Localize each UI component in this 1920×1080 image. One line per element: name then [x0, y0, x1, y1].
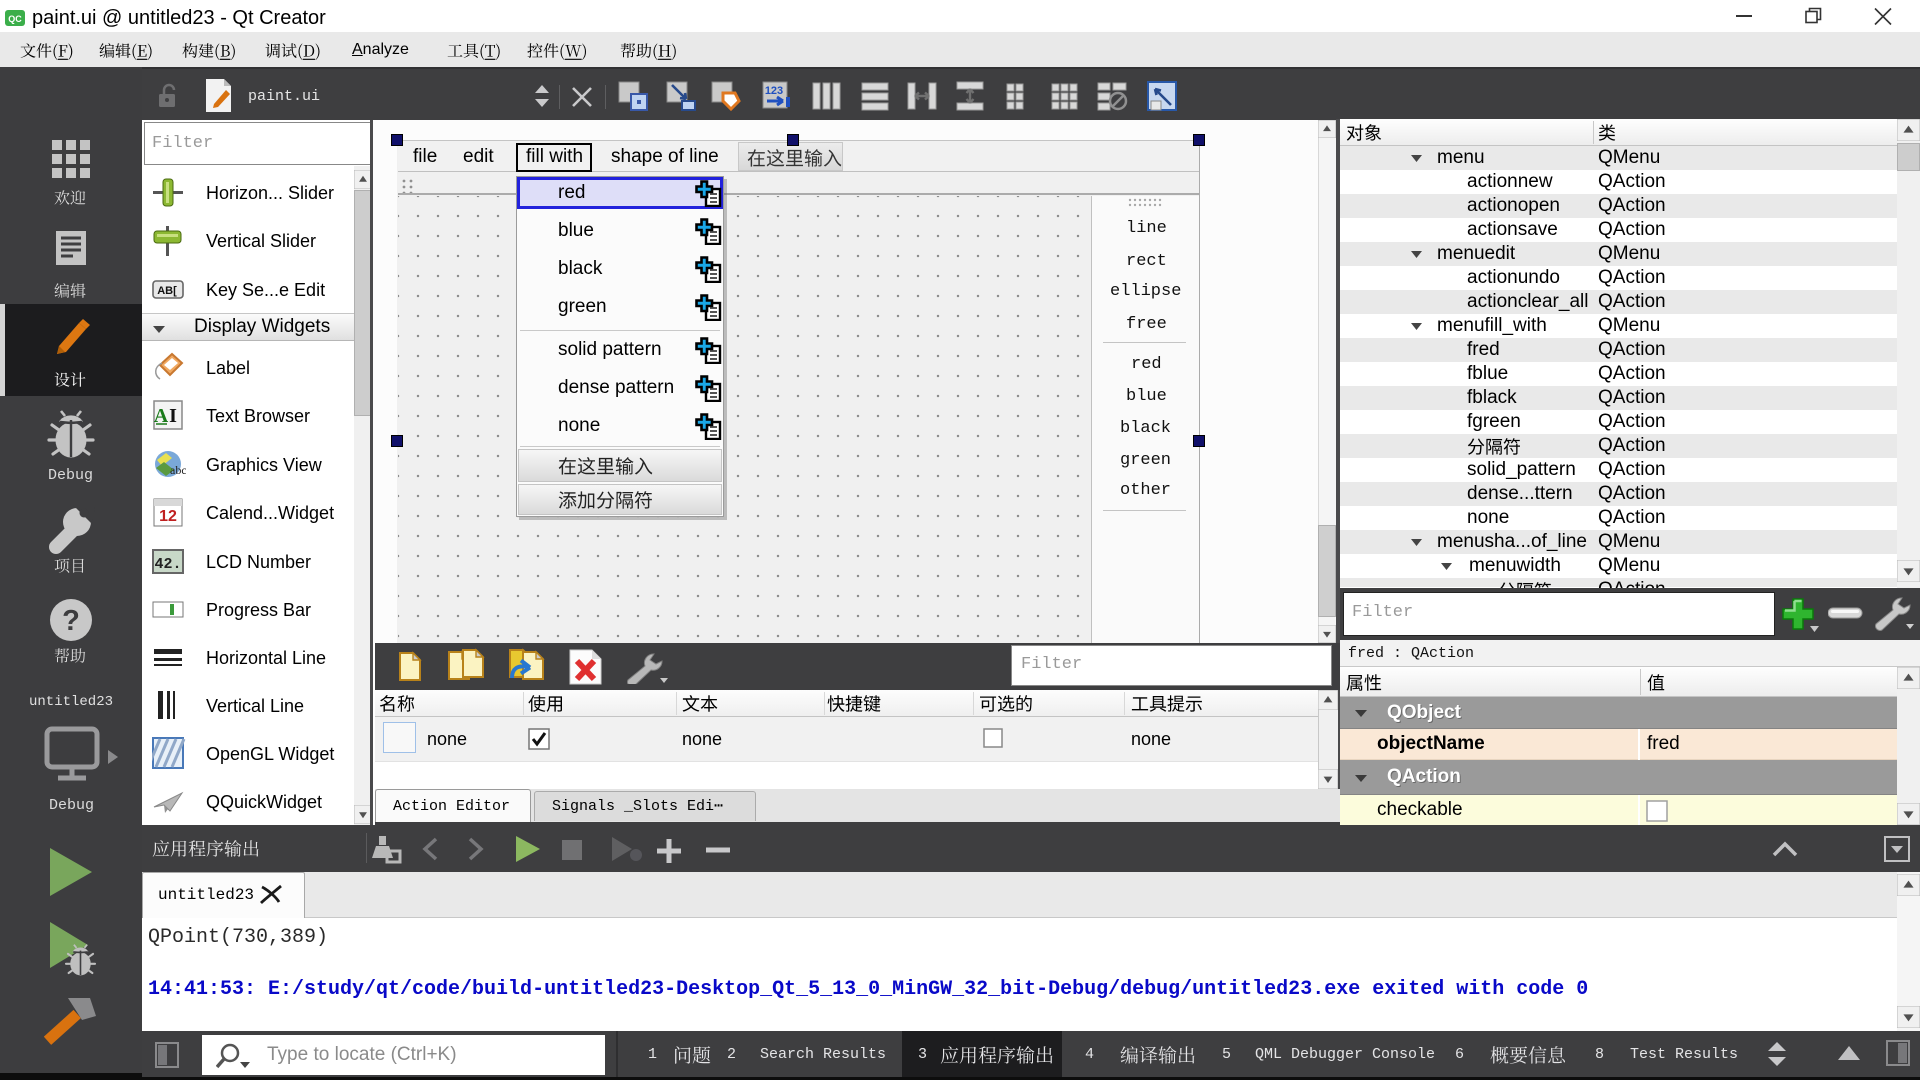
svg-text:abc: abc — [170, 463, 186, 477]
svg-text:?: ? — [62, 605, 80, 637]
svg-text:123: 123 — [765, 85, 783, 97]
svg-text:QC: QC — [8, 14, 22, 24]
svg-text:I: I — [169, 405, 177, 427]
svg-text:AB[: AB[ — [157, 285, 177, 297]
svg-text:42.: 42. — [154, 556, 181, 573]
svg-text:12: 12 — [159, 508, 177, 525]
